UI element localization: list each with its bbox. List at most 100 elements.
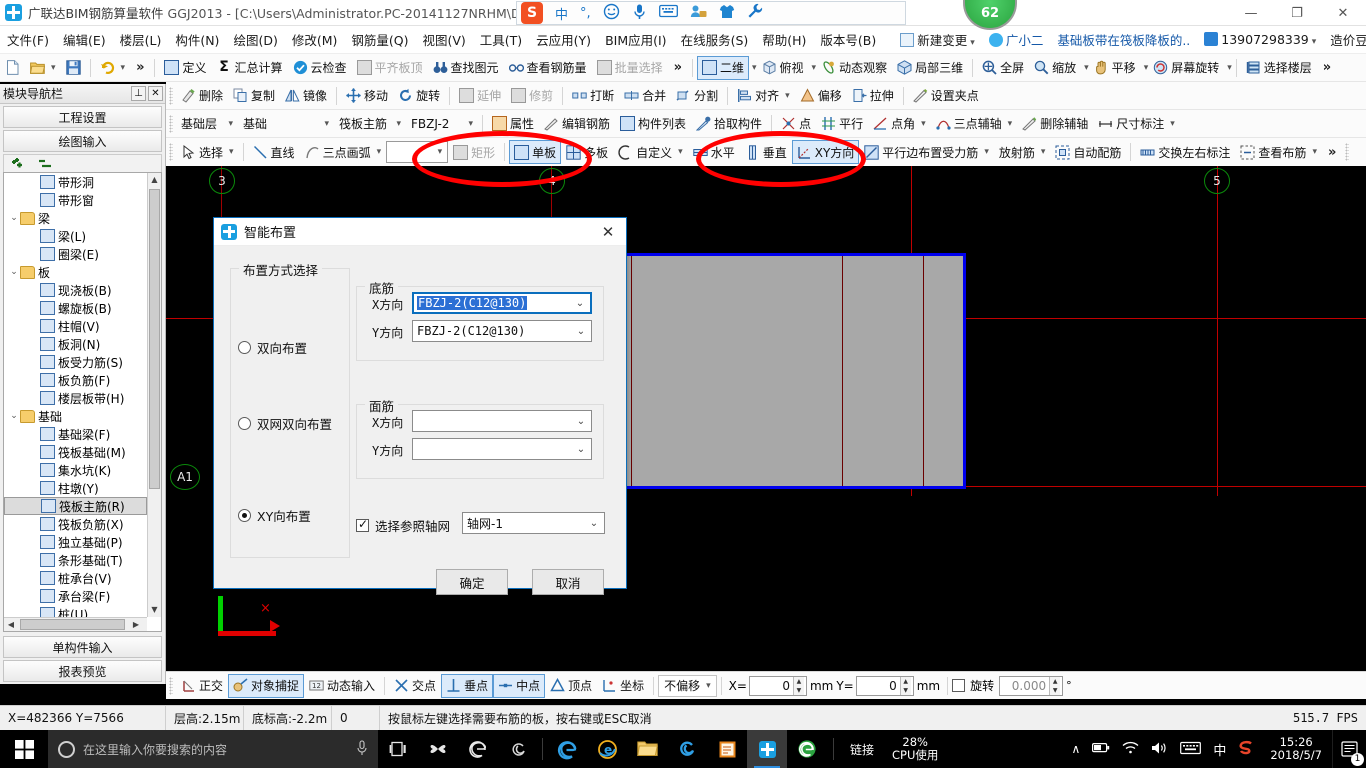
tree-item-11[interactable]: 板负筋(F) [4,371,147,389]
tray-expand-icon[interactable]: ∧ [1066,742,1087,756]
properties-button[interactable]: 属性 [487,112,539,136]
close-button[interactable]: ✕ [1320,0,1366,26]
battery-icon[interactable] [1086,741,1116,757]
bottom-x-combo[interactable]: FBZJ-2(C12@130) ⌄ [412,292,592,314]
object-snap-button[interactable]: 对象捕捉 [228,673,305,698]
scroll-left-button[interactable]: ◀ [4,618,18,631]
offset-x-input[interactable]: 0 ▲ ▼ [748,675,807,696]
tree-item-23[interactable]: 承台梁(F) [4,587,147,605]
ime-keyboard-icon[interactable] [658,4,678,22]
delete-aux-axis-button[interactable]: 删除辅轴 [1017,112,1093,136]
ime-mode-icon[interactable]: 中 [1207,740,1232,759]
tree-item-19[interactable]: 筏板负筋(X) [4,515,147,533]
rotate-checkbox[interactable] [952,679,966,692]
keyboard-icon[interactable] [1174,741,1207,758]
summarize-calc-button[interactable]: Σ 汇总计算 [211,56,287,80]
reference-grid-combo[interactable]: 轴网-1 ⌄ [462,512,605,534]
new-file-button[interactable] [0,56,25,80]
ime-skin-icon[interactable] [719,4,735,23]
app-360-icon[interactable] [667,730,707,768]
intersection-snap-button[interactable]: 交点 [389,674,441,698]
tree-item-22[interactable]: 桩承台(V) [4,569,147,587]
remove-icon[interactable] [38,157,54,174]
menu-member[interactable]: 构件(N) [168,27,226,52]
flush-slab-top-button[interactable]: 平齐板顶 [352,56,428,80]
file-explorer-icon[interactable] [627,730,667,768]
menu-draw[interactable]: 绘图(D) [226,27,284,52]
ime-mode-chinese-icon[interactable]: 中 [555,4,568,23]
spinner-icon[interactable]: ▲ ▼ [899,676,911,695]
new-change-button[interactable]: 新建变更 ▾ [893,27,982,52]
fullscreen-button[interactable]: 全屏 [977,56,1029,80]
reference-grid-checkbox-row[interactable]: 选择参照轴网 [356,516,450,535]
horizontal-button[interactable]: 水平 [688,140,740,164]
midpoint-snap-button[interactable]: 中点 [493,673,546,698]
tree-horizontal-scrollbar[interactable]: ◀ ▶ [4,617,147,631]
offset-mode-combo[interactable]: 不偏移 ▾ [658,674,717,697]
cpu-usage-widget[interactable]: 28% CPU使用 [884,736,946,762]
mirror-button[interactable]: 镜像 [280,84,332,108]
custom-button[interactable]: 自定义 ▾ [613,140,688,164]
menu-modify[interactable]: 修改(M) [285,27,345,52]
axis-bubble-4[interactable]: 4 [539,168,565,194]
dynamic-observe-button[interactable]: 动态观察 [816,56,892,80]
break-button[interactable]: 打断 [567,84,619,108]
swap-lr-annotation-button[interactable]: 交换左右标注 [1135,140,1235,164]
multi-slab-button[interactable]: 多板 [561,140,613,164]
delete-button[interactable]: 删除 [176,84,228,108]
taskbar-search-box[interactable]: 在这里输入你要搜索的内容 [48,730,378,768]
menu-floor[interactable]: 楼层(L) [113,27,169,52]
tip-link[interactable]: 基础板带在筏板降板的.. [1050,27,1197,52]
add-icon[interactable] [12,157,28,174]
radio-xy-direction[interactable]: XY向布置 [238,506,311,525]
scroll-thumb[interactable] [149,189,160,489]
account-button[interactable]: 13907298339 ▾ [1197,29,1323,50]
offset-button[interactable]: 偏移 [795,84,847,108]
radio-bidirectional[interactable]: 双向布置 [238,338,307,357]
stretch-button[interactable]: 拉伸 [847,84,899,108]
menu-edit[interactable]: 编辑(E) [56,27,113,52]
ime-emoji-icon[interactable] [603,3,620,24]
parallel-button[interactable]: 平行 [816,112,868,136]
vertical-button[interactable]: 垂直 [740,140,792,164]
screen-rotate-button[interactable]: 屏幕旋转 [1148,56,1224,80]
ime-voice-icon[interactable] [632,3,647,24]
select-tool-button[interactable]: 选择 ▾ [176,140,239,164]
tree-item-20[interactable]: 独立基础(P) [4,533,147,551]
merge-button[interactable]: 合并 [619,84,671,108]
browser-green-icon[interactable] [787,730,827,768]
tree-item-4[interactable]: 圈梁(E) [4,245,147,263]
bottom-y-combo[interactable]: FBZJ-2(C12@130) ⌄ [412,320,592,342]
member-name-selector[interactable]: FBZJ-2 ▾ [406,112,478,136]
chevron-down-icon[interactable]: ▾ [1227,63,1232,73]
radial-rebar-button[interactable]: 放射筋 ▾ [994,140,1051,164]
tree-vertical-scrollbar[interactable]: ▲ ▼ [147,173,161,617]
three-point-axis-button[interactable]: 三点辅轴 ▾ [931,112,1018,136]
open-file-button[interactable]: ▾ [25,56,61,80]
toolbar-grip[interactable] [169,114,173,133]
category-selector[interactable]: 基础 ▾ [238,112,334,136]
rectangle-button[interactable]: 矩形 [448,140,500,164]
ok-button[interactable]: 确定 [436,569,508,595]
tree-item-7[interactable]: 螺旋板(B) [4,299,147,317]
notepad-app-icon[interactable] [707,730,747,768]
extend-button[interactable]: 延伸 [454,84,506,108]
tree-item-17[interactable]: 柱墩(Y) [4,479,147,497]
chevron-down-icon[interactable]: ⌄ [8,213,20,223]
start-button[interactable] [0,730,48,768]
align-button[interactable]: 对齐 ▾ [732,84,795,108]
edit-rebar-button[interactable]: 编辑钢筋 [539,112,615,136]
menu-view[interactable]: 视图(V) [415,27,472,52]
edge-legacy-icon[interactable] [458,730,498,768]
menu-version[interactable]: 版本号(B) [813,27,883,52]
batch-select-button[interactable]: 批量选择 [592,56,668,80]
spinner-icon[interactable]: ▲ ▼ [1049,676,1061,695]
xy-direction-button[interactable]: XY方向 [791,140,860,164]
axis-bubble-3[interactable]: 3 [209,168,235,194]
link-label[interactable]: 链接 [840,741,884,758]
tree-item-9[interactable]: 板洞(N) [4,335,147,353]
radio-icon[interactable] [238,341,251,354]
tree-item-16[interactable]: 集水坑(K) [4,461,147,479]
project-settings-button[interactable]: 工程设置 [3,106,162,128]
notification-center-button[interactable]: 1 [1332,730,1366,768]
